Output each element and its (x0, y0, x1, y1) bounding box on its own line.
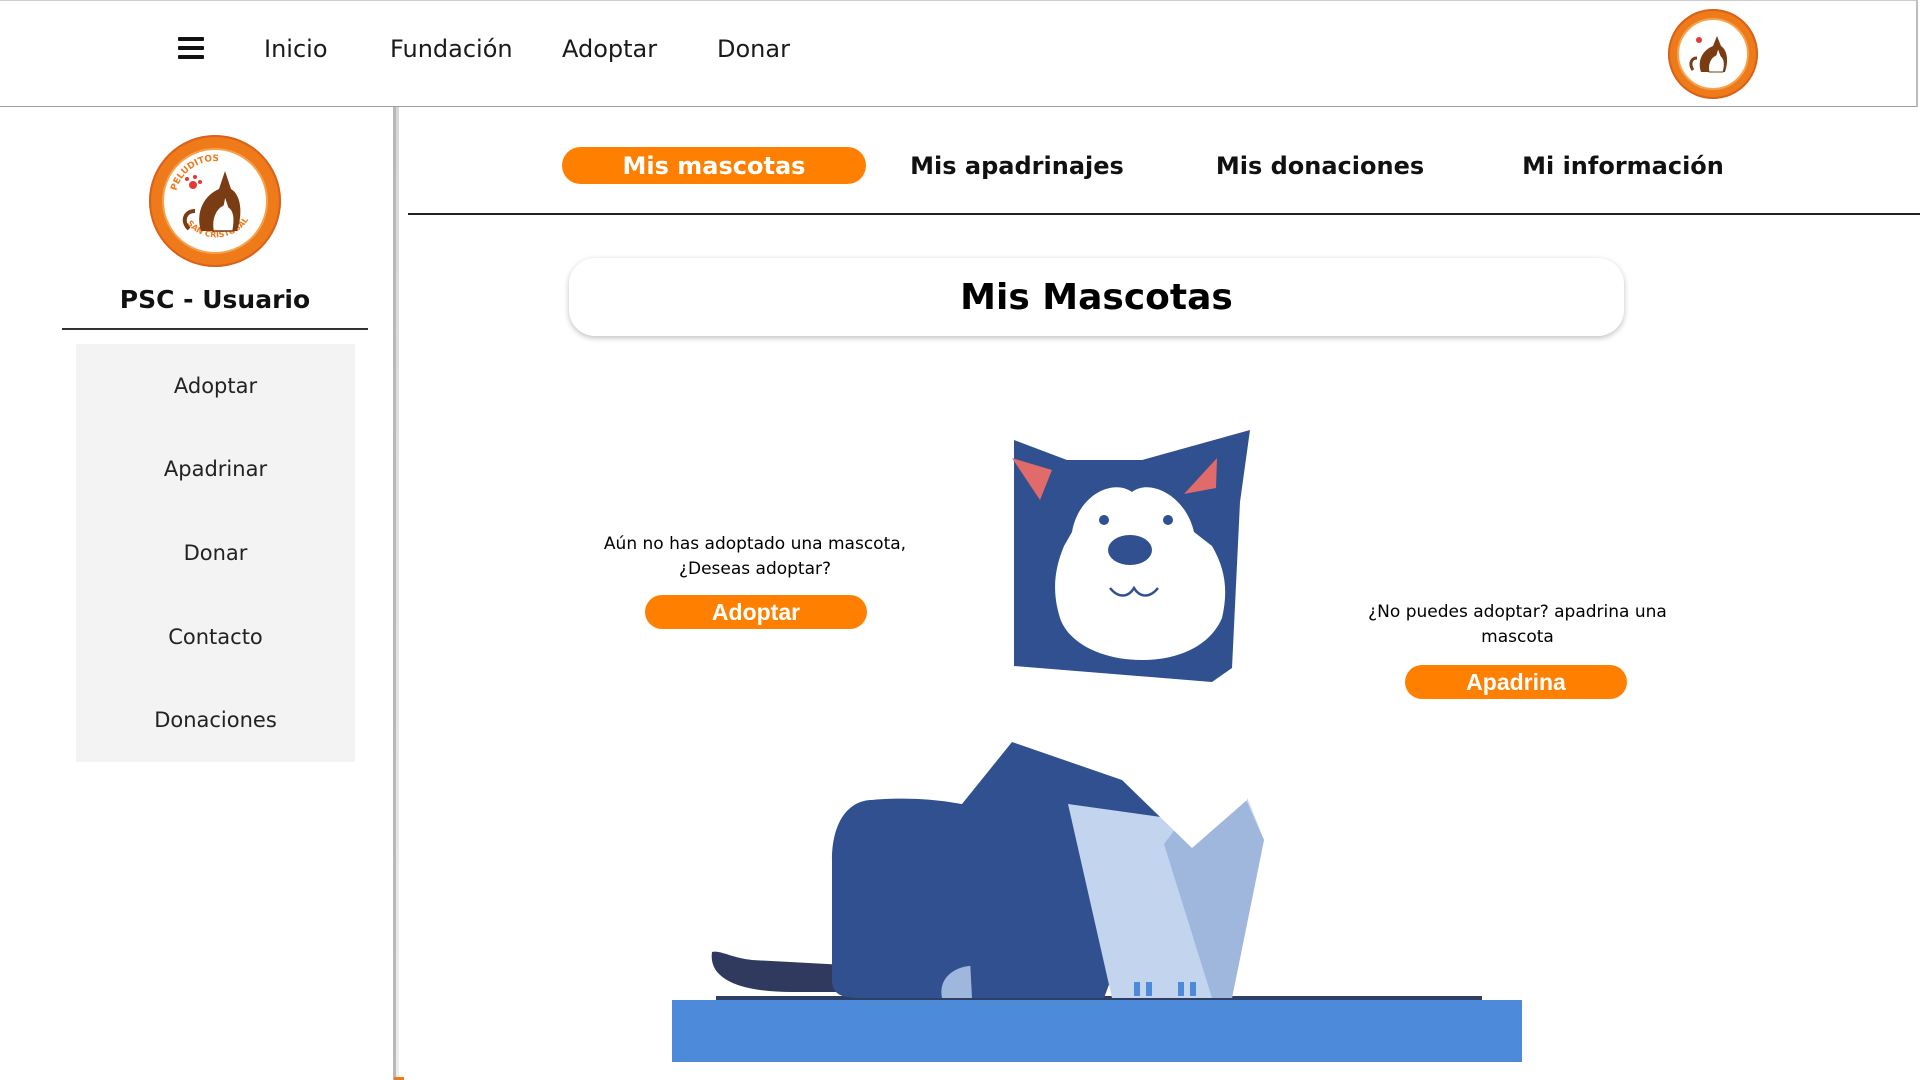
nav-link-inicio[interactable]: Inicio (264, 35, 328, 63)
sidebar-item-contacto[interactable]: Contacto (76, 595, 355, 679)
tab-mis-apadrinajes[interactable]: Mis apadrinajes (865, 147, 1169, 184)
sidebar-divider (62, 328, 368, 330)
platform-shape (672, 1000, 1522, 1062)
sidebar-item-donaciones[interactable]: Donaciones (76, 678, 355, 762)
sidebar-title: PSC - Usuario (119, 285, 311, 314)
tab-mis-donaciones[interactable]: Mis donaciones (1168, 147, 1472, 184)
dog-cat-icon (1689, 36, 1728, 73)
top-navbar: Inicio Fundación Adoptar Donar (0, 0, 1918, 107)
nav-link-fundacion[interactable]: Fundación (390, 35, 513, 63)
sidebar-logo-icon: PELUDITOS SAN CRISTOBAL (149, 135, 281, 267)
hamburger-menu-icon[interactable] (178, 37, 204, 59)
page-title: Mis Mascotas (569, 258, 1624, 336)
peluditos-logo-icon: PELUDITOS SAN CRISTOBAL (170, 154, 251, 240)
tab-mis-mascotas[interactable]: Mis mascotas (562, 147, 866, 184)
cat-illustration (672, 430, 1522, 1062)
sidebar-item-donar[interactable]: Donar (76, 511, 355, 595)
sidebar-edge (396, 107, 399, 1080)
nav-link-adoptar[interactable]: Adoptar (562, 35, 657, 63)
header-logo-icon[interactable] (1668, 9, 1758, 99)
sidebar: PELUDITOS SAN CRISTOBAL PSC - Usuario Ad… (0, 107, 404, 1080)
sidebar-item-adoptar[interactable]: Adoptar (76, 344, 355, 428)
tabs-divider (408, 213, 1920, 215)
sidebar-item-apadrinar[interactable]: Apadrinar (76, 428, 355, 512)
tab-mi-informacion[interactable]: Mi información (1471, 147, 1775, 184)
sidebar-menu: Adoptar Apadrinar Donar Contacto Donacio… (76, 344, 355, 762)
nav-link-donar[interactable]: Donar (717, 35, 790, 63)
